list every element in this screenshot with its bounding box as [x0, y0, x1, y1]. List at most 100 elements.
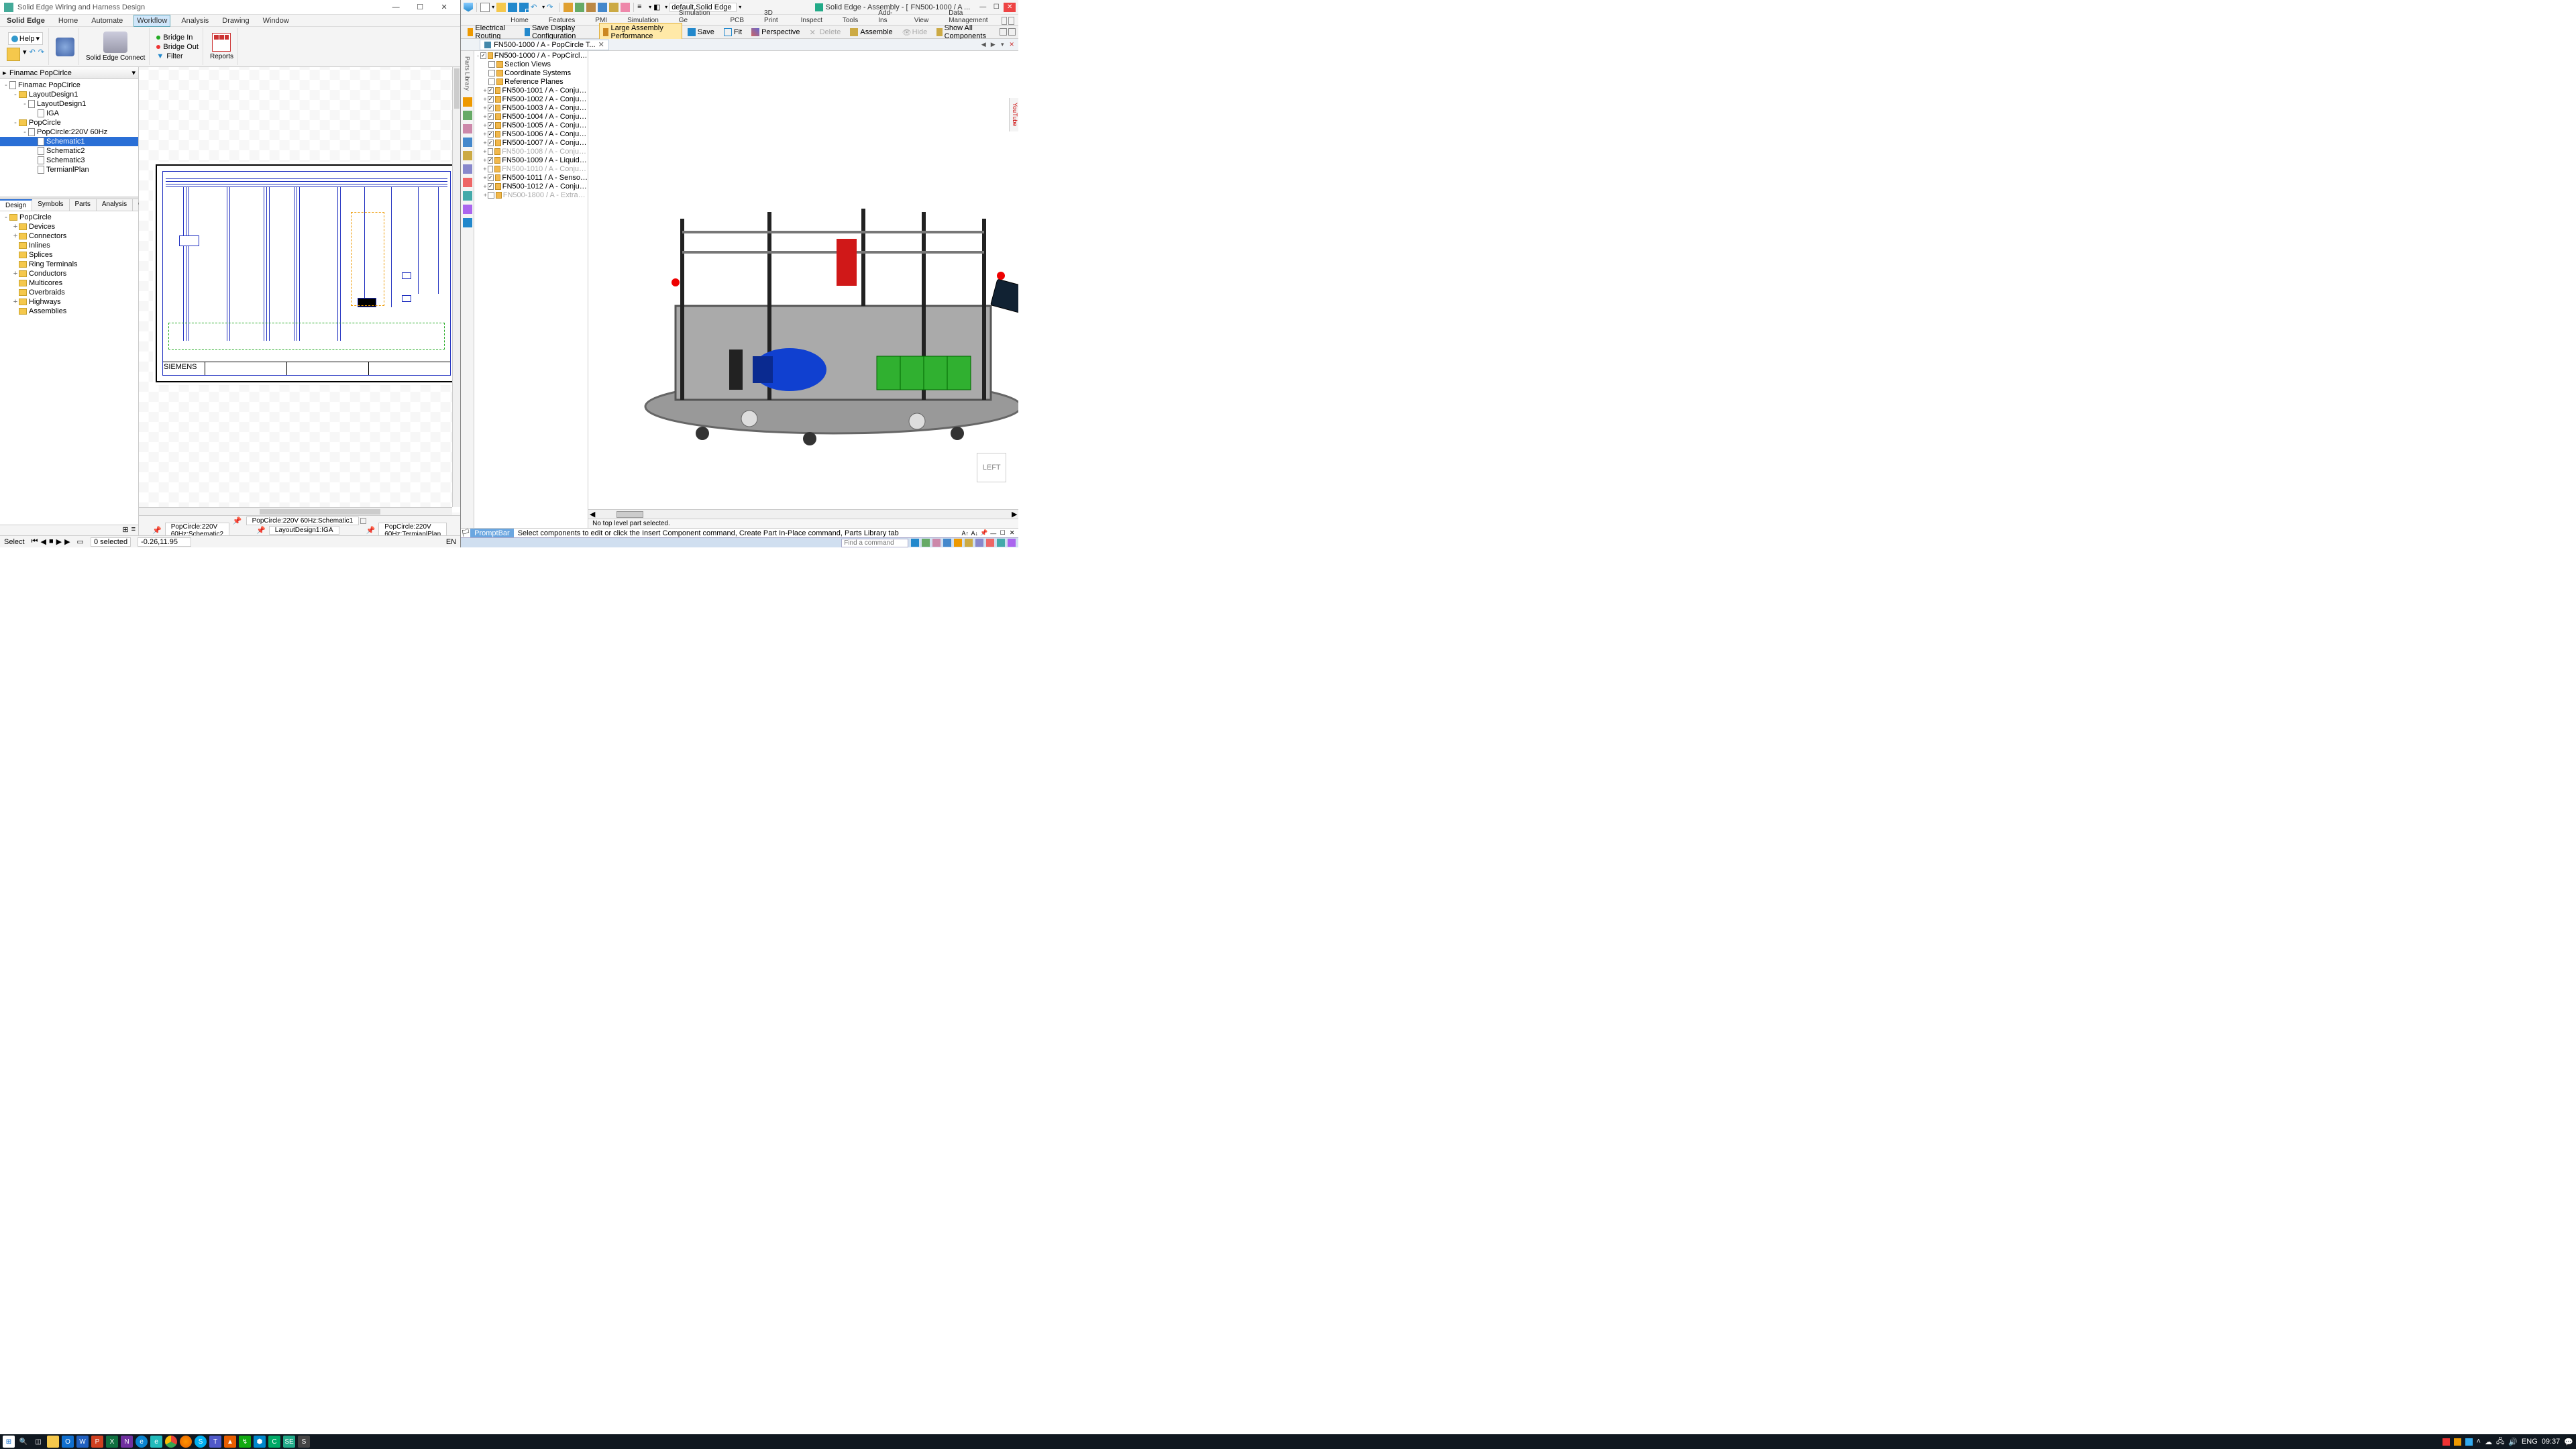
view-list-icon[interactable]: ≡	[131, 525, 136, 535]
onenote-icon[interactable]: N	[121, 1436, 133, 1448]
next-icon[interactable]: ▶	[56, 537, 62, 546]
view-cube[interactable]: LEFT	[977, 453, 1006, 482]
tab-list-icon[interactable]: ▾	[998, 41, 1006, 49]
project-tree-item[interactable]: -Finamac PopCirlce	[0, 80, 138, 90]
tray-cloud-icon[interactable]: ☁	[2485, 1438, 2492, 1446]
firefox-icon[interactable]	[180, 1436, 192, 1448]
start-button[interactable]: ⊞	[3, 1436, 15, 1448]
assembly-tree-item[interactable]: -✓FN500-1000 / A - PopCircle Top Level	[474, 51, 588, 60]
design-tab-design[interactable]: Design	[0, 199, 32, 211]
canvas-tab-schematic1[interactable]: PopCircle:220V 60Hz:Schematic1	[246, 517, 360, 525]
project-name-field[interactable]	[9, 69, 131, 77]
ribbon-tab-inspect[interactable]: Inspect	[792, 16, 832, 25]
sketch-icon[interactable]	[564, 3, 573, 12]
assembly-tree-item[interactable]: +FN500-1008 / A - Conjunto Sup	[474, 147, 588, 156]
menu-home[interactable]: Home	[56, 15, 80, 26]
layers-dropdown[interactable]: ▾	[649, 4, 651, 10]
open-icon[interactable]	[7, 48, 20, 61]
fb-go-icon[interactable]	[911, 539, 919, 547]
hide-button[interactable]: 👁Hide	[898, 27, 932, 38]
assembly-tree-item[interactable]: +FN500-1800 / A - Extractor:1	[474, 191, 588, 199]
help-button[interactable]: Help ▾	[8, 32, 43, 45]
vscrollbar[interactable]	[452, 67, 460, 507]
header-dropdown-icon[interactable]: ▾	[131, 68, 136, 77]
tray-time[interactable]: 09:37	[2542, 1438, 2561, 1446]
menu-workflow[interactable]: Workflow	[133, 15, 170, 27]
project-tree-item[interactable]: Schematic1	[0, 137, 138, 146]
new-dropdown[interactable]: ▾	[492, 4, 494, 10]
vt-icon-2[interactable]	[463, 111, 472, 120]
selection-mode-icon[interactable]: ▭	[77, 537, 84, 546]
plug-tool[interactable]	[56, 38, 74, 56]
redo-icon[interactable]: ↷	[547, 3, 556, 12]
fb-ic-3[interactable]	[943, 539, 951, 547]
3d-viewport[interactable]: LEFT YouTube	[588, 51, 1018, 509]
filter-button[interactable]: ▼Filter	[156, 52, 199, 60]
task-view-icon[interactable]: ◫	[32, 1436, 44, 1448]
play-icon[interactable]: ▶	[64, 537, 70, 546]
project-tree-item[interactable]: TermianlPlan	[0, 165, 138, 174]
assembly-tree-item[interactable]: +✓FN500-1006 / A - Conjunto Tan	[474, 129, 588, 138]
vt-icon-1[interactable]	[463, 97, 472, 107]
fb-ic-6[interactable]	[975, 539, 983, 547]
bridge-in-button[interactable]: Bridge In	[156, 34, 199, 42]
stop-icon[interactable]: ■	[49, 537, 54, 546]
ribbon-tab-tools[interactable]: Tools	[833, 16, 867, 25]
reports-button[interactable]: Reports	[210, 33, 233, 60]
fb-ic-7[interactable]	[986, 539, 994, 547]
design-tab-symbols[interactable]: Symbols	[32, 199, 69, 211]
close-button[interactable]: ✕	[432, 1, 456, 14]
project-tree-item[interactable]: -PopCircle:220V 60Hz	[0, 127, 138, 137]
project-tree-item[interactable]: -LayoutDesign1	[0, 90, 138, 99]
text-size-down-icon[interactable]: A↓	[971, 529, 978, 537]
design-tree-item[interactable]: +Highways	[0, 297, 138, 307]
tab-next-icon[interactable]: ▶	[989, 41, 997, 49]
assembly-tree-item[interactable]: +✓FN500-1003 / A - Conjunto Gal	[474, 103, 588, 112]
project-tree-item[interactable]: Schematic2	[0, 146, 138, 156]
close-tab-icon[interactable]: ✕	[598, 40, 604, 49]
design-tab-analysis[interactable]: Analysis	[97, 199, 133, 211]
redo-icon[interactable]: ↷	[38, 48, 44, 61]
view-mode-icon[interactable]: ⊞	[122, 525, 128, 535]
tray-lang[interactable]: ENG	[2522, 1438, 2538, 1446]
tab-close-all-icon[interactable]: ✕	[1008, 41, 1016, 49]
project-tree-item[interactable]: IGA	[0, 109, 138, 118]
assembly-tree-item[interactable]: +✓FN500-1004 / A - Conjunto Est	[474, 112, 588, 121]
text-size-up-icon[interactable]: A↑	[961, 529, 969, 537]
menu-solidedge[interactable]: Solid Edge	[4, 15, 48, 26]
project-tree-item[interactable]: Schematic3	[0, 156, 138, 165]
doc-tab-active[interactable]: FN500-1000 / A - PopCircle T... ✕	[480, 40, 609, 50]
undo-dropdown[interactable]: ▾	[542, 4, 545, 10]
schematic-canvas[interactable]: SIEMENS	[139, 67, 460, 515]
layers-icon[interactable]: ≡	[637, 3, 647, 12]
assembly-tree-item[interactable]: +✓FN500-1007 / A - Conjunto Me	[474, 138, 588, 147]
theme-dropdown[interactable]: ▾	[739, 4, 741, 10]
canvas-tab[interactable]: PopCircle:220V 60Hz:TermianlPlan	[378, 523, 447, 536]
design-tree-item[interactable]: Assemblies	[0, 307, 138, 316]
assembly-tree[interactable]: -✓FN500-1000 / A - PopCircle Top LevelSe…	[474, 51, 588, 528]
vt-icon-4[interactable]	[463, 138, 472, 147]
maximize-button[interactable]: ☐	[408, 1, 432, 14]
youtube-tab[interactable]: YouTube	[1009, 98, 1018, 131]
tray-chevron-icon[interactable]: ˄	[2477, 1438, 2481, 1446]
tab-prev-icon[interactable]: ◀	[979, 41, 987, 49]
sublime-icon[interactable]: S	[298, 1436, 310, 1448]
vt-icon-9[interactable]	[463, 205, 472, 214]
model-icon[interactable]	[586, 3, 596, 12]
styles-icon[interactable]: ◧	[653, 3, 663, 12]
explorer-icon[interactable]	[47, 1436, 59, 1448]
pb-close-icon[interactable]: ✕	[1008, 529, 1016, 537]
new-icon[interactable]	[480, 3, 490, 12]
pb-min-icon[interactable]: —	[989, 529, 997, 537]
vlc-icon[interactable]: ▲	[224, 1436, 236, 1448]
doc-pin-icon[interactable]: 📌	[233, 517, 242, 525]
assembly-tree-item[interactable]: +✓FN500-1001 / A - Conjunto Ref	[474, 86, 588, 95]
app-3-icon[interactable]: C	[268, 1436, 280, 1448]
solid-edge-icon[interactable]: SE	[283, 1436, 295, 1448]
excel-icon[interactable]: X	[106, 1436, 118, 1448]
design-tree-item[interactable]: +Devices	[0, 222, 138, 231]
toolbar-settings-icon[interactable]	[1000, 28, 1007, 36]
undo-icon[interactable]: ↶	[531, 3, 540, 12]
fb-ic-2[interactable]	[932, 539, 941, 547]
minimize-button[interactable]: —	[384, 1, 408, 14]
